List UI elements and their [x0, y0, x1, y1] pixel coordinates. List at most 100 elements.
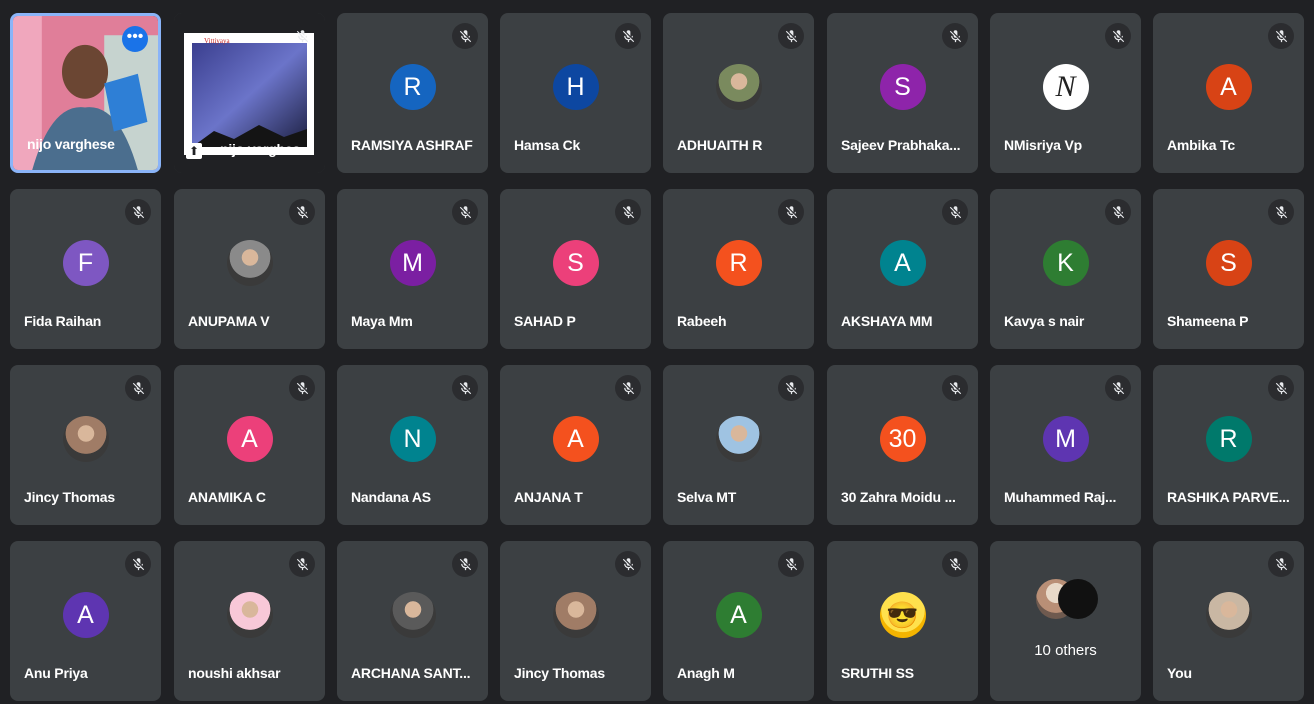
participant-name: Anu Priya	[24, 665, 88, 681]
participant-name: noushi akhsar	[188, 665, 281, 681]
muted-mic-icon	[615, 23, 641, 49]
muted-mic-icon	[942, 551, 968, 577]
participant-tile[interactable]: R RAMSIYA ASHRAF	[337, 13, 488, 173]
muted-mic-icon	[778, 551, 804, 577]
profile-photo	[552, 592, 599, 638]
participant-tile[interactable]: R RASHIKA PARVE...	[1153, 365, 1304, 525]
others-avatars	[1035, 579, 1098, 623]
participant-name: Kavya s nair	[1004, 313, 1085, 329]
muted-mic-icon	[1268, 375, 1294, 401]
participant-tile[interactable]: Selva MT	[663, 365, 814, 525]
participant-name: 30 Zahra Moidu ...	[841, 489, 956, 505]
participant-tile[interactable]: K Kavya s nair	[990, 189, 1141, 349]
participant-name: Jincy Thomas	[514, 665, 605, 681]
participant-grid: ••• nijo varghese Vittiyaya ⬆ nijo varghes R R…	[0, 0, 1314, 704]
participant-name: SAHAD P	[514, 313, 576, 329]
participant-name: ANJANA T	[514, 489, 583, 505]
participant-name: ANAMIKA C	[188, 489, 266, 505]
participant-name: RAMSIYA ASHRAF	[351, 137, 473, 153]
avatar-initial: A	[226, 416, 273, 462]
participant-tile[interactable]: M Muhammed Raj...	[990, 365, 1141, 525]
avatar-initial: S	[552, 240, 599, 286]
participant-tile[interactable]: A Ambika Tc	[1153, 13, 1304, 173]
muted-mic-icon	[1268, 199, 1294, 225]
participant-tile[interactable]: ARCHANA SANT...	[337, 541, 488, 701]
avatar-initial: A	[552, 416, 599, 462]
muted-mic-icon	[289, 551, 315, 577]
profile-photo	[715, 64, 762, 110]
participant-tile[interactable]: Jincy Thomas	[10, 365, 161, 525]
participant-tile[interactable]: F Fida Raihan	[10, 189, 161, 349]
participant-name: You	[1167, 665, 1192, 681]
muted-mic-icon	[615, 199, 641, 225]
participant-name: AKSHAYA MM	[841, 313, 933, 329]
muted-mic-icon	[125, 551, 151, 577]
participant-name: ARCHANA SANT...	[351, 665, 471, 681]
participant-tile[interactable]: 30 30 Zahra Moidu ...	[827, 365, 978, 525]
participant-name: Ambika Tc	[1167, 137, 1235, 153]
avatar-initial: M	[1042, 416, 1089, 462]
participant-name: Fida Raihan	[24, 313, 102, 329]
avatar-initial: A	[715, 592, 762, 638]
muted-mic-icon	[452, 551, 478, 577]
avatar-initial: A	[1205, 64, 1252, 110]
muted-mic-icon	[289, 375, 315, 401]
participant-tile[interactable]: 😎 SRUTHI SS	[827, 541, 978, 701]
participant-tile[interactable]: ADHUAITH R	[663, 13, 814, 173]
avatar-initial: F	[62, 240, 109, 286]
participant-tile[interactable]: You	[1153, 541, 1304, 701]
more-options-button[interactable]: •••	[122, 26, 148, 52]
muted-mic-icon	[289, 199, 315, 225]
profile-photo	[226, 592, 273, 638]
participant-tile[interactable]: ••• nijo varghese	[10, 13, 161, 173]
participant-tile[interactable]: S Sajeev Prabhaka...	[827, 13, 978, 173]
muted-mic-icon	[778, 23, 804, 49]
participant-tile[interactable]: R Rabeeh	[663, 189, 814, 349]
muted-mic-icon	[125, 199, 151, 225]
muted-mic-icon	[452, 23, 478, 49]
avatar-initial: R	[715, 240, 762, 286]
muted-mic-icon	[1105, 375, 1131, 401]
avatar-initial: M	[389, 240, 436, 286]
participant-tile[interactable]: N Nandana AS	[337, 365, 488, 525]
profile-photo	[715, 416, 762, 462]
participant-tile[interactable]: M Maya Mm	[337, 189, 488, 349]
participant-name: ANUPAMA V	[188, 313, 270, 329]
participant-tile[interactable]: ANUPAMA V	[174, 189, 325, 349]
participant-name: Maya Mm	[351, 313, 413, 329]
participant-tile[interactable]: S Shameena P	[1153, 189, 1304, 349]
participant-tile[interactable]: H Hamsa Ck	[500, 13, 651, 173]
muted-mic-icon	[942, 23, 968, 49]
muted-mic-icon	[778, 375, 804, 401]
participant-tile[interactable]: A ANJANA T	[500, 365, 651, 525]
avatar-initial: S	[1205, 240, 1252, 286]
muted-mic-icon	[1268, 23, 1294, 49]
muted-mic-icon	[452, 199, 478, 225]
others-count: 10 others	[1034, 642, 1097, 659]
participant-tile[interactable]: S SAHAD P	[500, 189, 651, 349]
participant-tile[interactable]: N NMisriya Vp	[990, 13, 1141, 173]
participant-tile[interactable]: Vittiyaya ⬆ nijo varghes	[174, 13, 325, 173]
participant-tile[interactable]: A AKSHAYA MM	[827, 189, 978, 349]
participant-tile[interactable]: 10 others	[990, 541, 1141, 701]
profile-photo: N	[1042, 64, 1089, 110]
muted-mic-icon	[1268, 551, 1294, 577]
participant-name: nijo varghes	[220, 141, 301, 157]
participant-tile[interactable]: noushi akhsar	[174, 541, 325, 701]
participant-name: SRUTHI SS	[841, 665, 914, 681]
participant-tile[interactable]: Jincy Thomas	[500, 541, 651, 701]
participant-name: NMisriya Vp	[1004, 137, 1082, 153]
muted-mic-icon	[615, 375, 641, 401]
profile-photo	[226, 240, 273, 286]
participant-tile[interactable]: A ANAMIKA C	[174, 365, 325, 525]
muted-mic-icon	[942, 375, 968, 401]
profile-photo	[1205, 592, 1252, 638]
avatar-initial: A	[879, 240, 926, 286]
participant-tile[interactable]: A Anagh M	[663, 541, 814, 701]
participant-tile[interactable]: A Anu Priya	[10, 541, 161, 701]
participant-name: Muhammed Raj...	[1004, 489, 1117, 505]
muted-mic-icon	[289, 23, 315, 49]
participant-name: Jincy Thomas	[24, 489, 115, 505]
profile-photo: 😎	[879, 592, 926, 638]
avatar-initial: N	[389, 416, 436, 462]
